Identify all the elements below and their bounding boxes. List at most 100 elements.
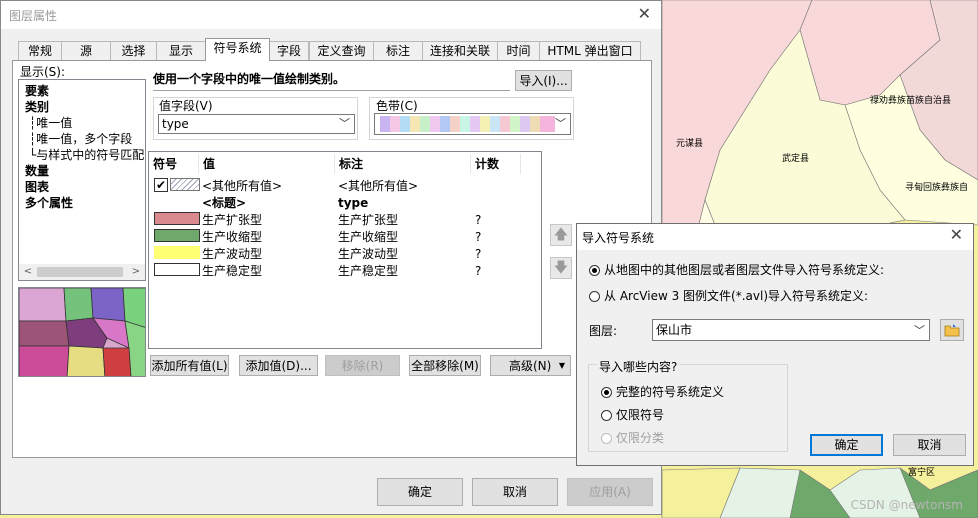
dropdown-arrow-icon: ▼ [558, 361, 565, 370]
column-header-value[interactable]: 值 [199, 154, 335, 174]
label-cell: 生产稳定型 [338, 264, 399, 278]
scroll-left-icon[interactable]: < [21, 265, 35, 279]
symbol-swatch[interactable] [154, 229, 200, 242]
count-cell: ? [475, 213, 482, 227]
value-field-select[interactable]: type ﹀ [158, 114, 355, 134]
layer-properties-titlebar[interactable]: 图层属性 ✕ [1, 1, 661, 29]
label-cell: 生产收缩型 [338, 230, 399, 244]
tab-definition-query[interactable]: 定义查询 [309, 41, 374, 60]
radio-import-from-layer[interactable]: 从地图中的其他图层或者图层文件导入符号系统定义: [589, 261, 884, 278]
color-ramp-chevron-icon: ﹀ [555, 117, 566, 130]
tab-symbology[interactable]: 符号系统 [205, 38, 270, 61]
checkbox-other-values[interactable]: ✔ [154, 178, 168, 192]
advanced-button-label: 高级(N) [509, 359, 552, 373]
move-up-arrow-icon[interactable]: 🡅 [550, 224, 572, 246]
radio-import-from-avl[interactable]: 从 ArcView 3 图例文件(*.avl)导入符号系统定义: [589, 287, 868, 304]
tree-item-features[interactable]: 要素 [25, 82, 49, 99]
import-close-icon[interactable]: ✕ [950, 225, 963, 244]
map-label-2: 元谋县 [676, 139, 704, 149]
tree-item-quantities[interactable]: 数量 [25, 162, 49, 179]
value-field-group: 值字段(V) type ﹀ [153, 97, 358, 140]
symbol-other-values[interactable] [170, 178, 200, 191]
count-cell: ? [475, 230, 482, 244]
table-row[interactable]: 生产波动型 生产波动型 ? [149, 246, 541, 263]
tree-item-unique-values-many[interactable]: ┆唯一值，多个字段 [29, 130, 132, 147]
tree-item-multiple-attributes[interactable]: 多个属性 [25, 194, 73, 211]
layer-select[interactable]: 保山市 ﹀ [652, 319, 930, 341]
label-cell: 生产扩张型 [338, 213, 399, 227]
table-row-heading[interactable]: <标题> type [149, 195, 541, 212]
tab-html-popup[interactable]: HTML 弹出窗口 [539, 41, 641, 60]
symbol-swatch[interactable] [154, 246, 200, 259]
cancel-button[interactable]: 取消 [472, 478, 558, 506]
show-label: 显示(S): [20, 65, 66, 79]
browse-folder-icon[interactable] [940, 319, 964, 341]
table-row[interactable]: ✔ <其他所有值> <其他所有值> [149, 178, 541, 195]
tab-display[interactable]: 显示 [156, 41, 206, 60]
scroll-right-icon[interactable]: > [129, 265, 143, 279]
tree-item-unique-values-label: 唯一值 [36, 116, 73, 130]
remove-button[interactable]: 移除(R) [325, 355, 400, 376]
add-values-button[interactable]: 添加值(D)... [239, 355, 318, 376]
radio-selected-icon [589, 265, 600, 276]
move-down-arrow-icon[interactable]: 🡇 [550, 257, 572, 279]
value-cell: 生产稳定型 [202, 264, 263, 278]
scroll-thumb[interactable] [37, 267, 123, 277]
import-dialog-title: 导入符号系统 [582, 231, 655, 245]
tab-fields[interactable]: 字段 [269, 41, 309, 60]
chevron-down-icon: ﹀ [339, 117, 350, 130]
column-header-label[interactable]: 标注 [335, 154, 471, 174]
value-cell: 生产波动型 [202, 247, 263, 261]
tab-labels[interactable]: 标注 [373, 41, 423, 60]
value-cell: 生产收缩型 [202, 230, 263, 244]
column-header-symbol[interactable]: 符号 [149, 154, 199, 174]
symbology-panel: 显示(S): 要素 类别 ┆唯一值 ┆唯一值，多个字段 └与样式中的符号匹配 数… [12, 60, 652, 458]
ok-button[interactable]: 确定 [377, 478, 463, 506]
count-cell: ? [475, 247, 482, 261]
radio-selected-icon [601, 387, 612, 398]
count-cell: ? [475, 264, 482, 278]
renderer-tree[interactable]: 要素 类别 ┆唯一值 ┆唯一值，多个字段 └与样式中的符号匹配 数量 图表 多个… [18, 79, 146, 281]
value-cell: 生产扩张型 [202, 213, 263, 227]
radio-classes-only-label: 仅限分类 [616, 431, 665, 445]
tree-item-match-style[interactable]: └与样式中的符号匹配 [29, 146, 144, 163]
tab-joins-relates[interactable]: 连接和关联 [422, 41, 498, 60]
table-row[interactable]: 生产稳定型 生产稳定型 ? [149, 263, 541, 280]
tab-source[interactable]: 源 [61, 41, 111, 60]
tab-general[interactable]: 常规 [18, 41, 62, 60]
close-icon[interactable]: ✕ [638, 4, 651, 23]
radio-complete-definition-label: 完整的符号系统定义 [616, 385, 725, 399]
import-what-group: 导入哪些内容? 完整的符号系统定义 仅限符号 仅限分类 [588, 358, 788, 452]
radio-complete-definition[interactable]: 完整的符号系统定义 [601, 383, 724, 400]
tab-time[interactable]: 时间 [497, 41, 540, 60]
label-cell: <其他所有值> [338, 179, 419, 193]
layer-label: 图层: [589, 324, 618, 338]
apply-button[interactable]: 应用(A) [567, 478, 653, 506]
import-cancel-button[interactable]: 取消 [893, 434, 966, 456]
symbol-swatch[interactable] [154, 263, 200, 276]
import-button[interactable]: 导入(I)... [515, 70, 572, 91]
radio-unselected-icon [601, 410, 612, 421]
import-dialog-titlebar[interactable]: 导入符号系统 ✕ [577, 224, 973, 250]
remove-all-button[interactable]: 全部移除(M) [409, 355, 481, 376]
map-label-1: 禄劝彝族苗族自治县 [870, 96, 952, 106]
radio-classes-only: 仅限分类 [601, 429, 664, 446]
import-ok-button[interactable]: 确定 [810, 434, 883, 456]
tree-item-charts[interactable]: 图表 [25, 178, 49, 195]
table-row[interactable]: 生产收缩型 生产收缩型 ? [149, 229, 541, 246]
tree-item-categories[interactable]: 类别 [25, 98, 49, 115]
advanced-button[interactable]: 高级(N) ▼ [490, 355, 571, 376]
column-header-count[interactable]: 计数 [471, 154, 521, 174]
layer-properties-dialog: 图层属性 ✕ 常规 源 选择 显示 符号系统 字段 定义查询 标注 连接和关联 … [0, 0, 662, 515]
radio-symbols-only[interactable]: 仅限符号 [601, 406, 664, 423]
symbol-swatch[interactable] [154, 212, 200, 225]
color-ramp-select[interactable]: ﹀ [374, 113, 571, 135]
add-all-values-button[interactable]: 添加所有值(L) [150, 355, 229, 376]
tree-item-match-style-label: 与样式中的符号匹配 [36, 148, 145, 162]
tab-selection[interactable]: 选择 [110, 41, 157, 60]
tree-item-unique-values[interactable]: ┆唯一值 [29, 114, 72, 131]
tree-horizontal-scrollbar[interactable]: < > [19, 264, 145, 280]
table-row[interactable]: 生产扩张型 生产扩张型 ? [149, 212, 541, 229]
unique-values-table[interactable]: 符号 值 标注 计数 ✔ <其他所有值> <其他所有值> <标题> type 生… [148, 151, 542, 349]
value-cell: <标题> [202, 196, 247, 210]
